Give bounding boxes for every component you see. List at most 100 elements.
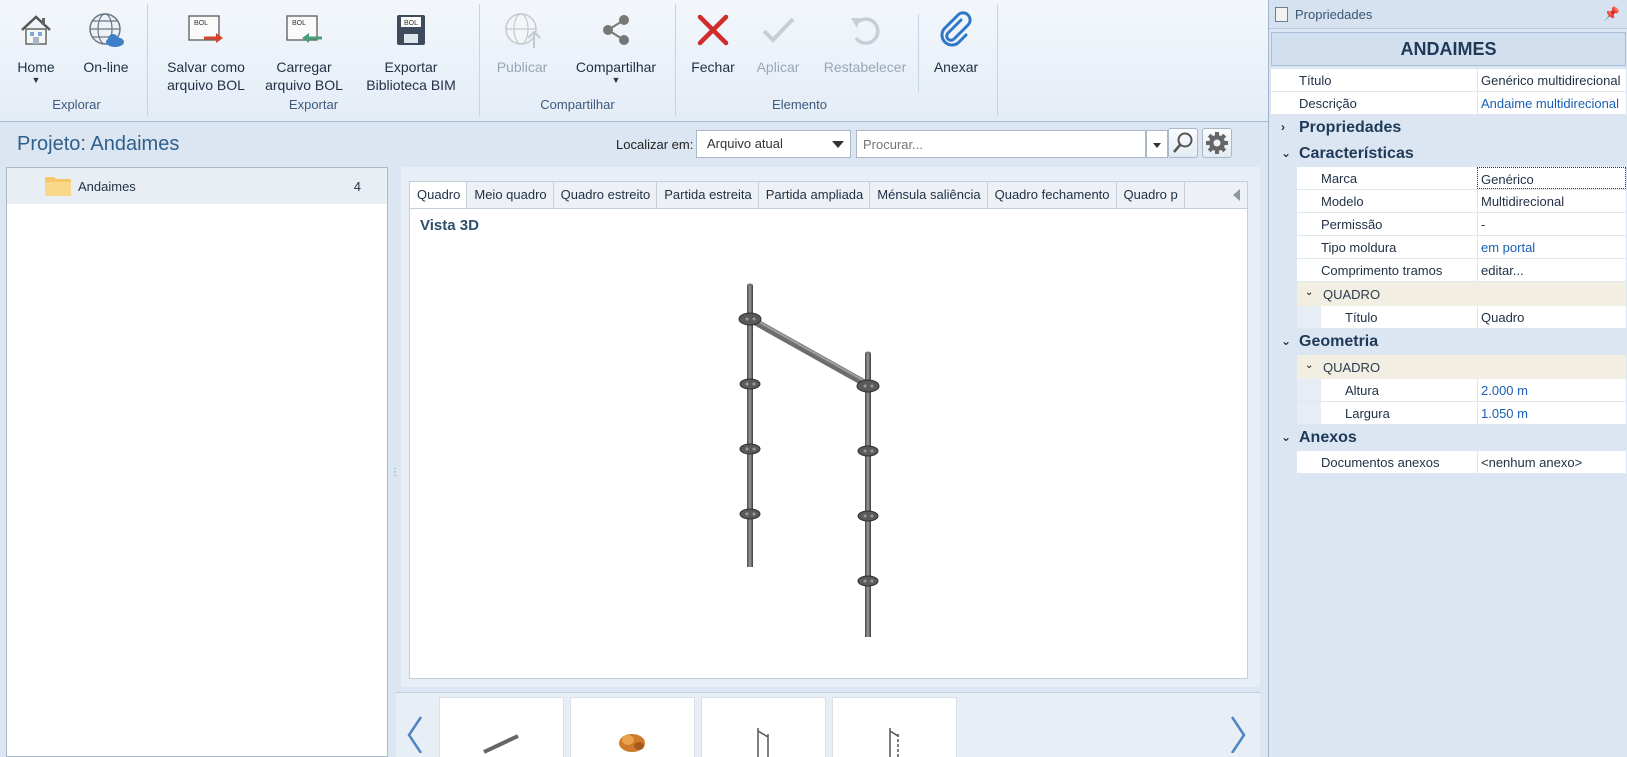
tab-meio-quadro[interactable]: Meio quadro [467, 182, 554, 208]
search-input[interactable] [856, 130, 1146, 158]
apply-button[interactable]: Aplicar [752, 10, 804, 76]
tab-scroll-left-icon[interactable] [1233, 189, 1240, 201]
pin-icon[interactable]: 📌 [1604, 6, 1620, 22]
paperclip-icon [940, 11, 972, 47]
subsection-quadro[interactable]: ⌄ QUADRO [1271, 282, 1626, 306]
tab-quadro-fechamento[interactable]: Quadro fechamento [988, 182, 1117, 208]
group-label-exportar: Exportar [288, 97, 339, 112]
home-button[interactable]: Home ▼ [14, 10, 58, 85]
prop-value[interactable]: 2.000 m [1477, 379, 1626, 401]
ribbon: Home ▼ On-line Explorar BOL Salvar como [0, 0, 1268, 122]
panel-splitter[interactable]: ⋮ [390, 468, 400, 490]
prop-value[interactable]: - [1477, 213, 1626, 235]
properties-banner: ANDAIMES [1271, 32, 1626, 66]
ribbon-group-elemento: Fechar Aplicar Restabelecer Anexar Eleme… [676, 4, 998, 116]
ledger-bar [750, 316, 870, 389]
prop-value[interactable]: 1.050 m [1477, 402, 1626, 424]
publish-globe-icon [505, 13, 541, 48]
prop-row-largura[interactable]: Largura 1.050 m [1271, 402, 1626, 425]
prop-key: Tipo moldura [1321, 240, 1397, 255]
prop-row-descricao[interactable]: Descrição Andaime multidirecional [1271, 92, 1626, 115]
subsection-geometria-quadro[interactable]: ⌄ QUADRO [1271, 355, 1626, 379]
chevron-down-icon: ⌄ [1305, 287, 1314, 298]
tab-quadro-estreito[interactable]: Quadro estreito [554, 182, 658, 208]
save-bol-button[interactable]: BOL Salvar como arquivo BOL [160, 10, 252, 94]
search-button[interactable] [1168, 128, 1198, 158]
search-history-dropdown[interactable] [1146, 130, 1168, 158]
prop-key: Largura [1345, 406, 1390, 421]
chevron-right-icon[interactable] [1224, 703, 1254, 753]
prop-row-quadro-titulo[interactable]: Título Quadro [1271, 306, 1626, 329]
thumbnail-item[interactable] [832, 697, 957, 757]
section-anexos[interactable]: ⌄ Anexos [1271, 425, 1626, 451]
prop-key: Documentos anexos [1321, 455, 1440, 470]
bol-load-icon: BOL [286, 15, 322, 43]
thumbnail-item[interactable] [701, 697, 826, 757]
ribbon-group-exportar: BOL Salvar como arquivo BOL BOL Carregar… [148, 4, 480, 116]
prop-value[interactable]: Multidirecional [1477, 190, 1626, 212]
prop-value[interactable]: Andaime multidirecional [1477, 92, 1626, 114]
project-tree-panel: Andaimes 4 [6, 167, 388, 757]
prop-key: Modelo [1321, 194, 1364, 209]
chevron-down-icon [1153, 143, 1161, 148]
load-bol-button[interactable]: BOL Carregar arquivo BOL [260, 10, 348, 94]
thumbnail-strip [396, 692, 1260, 757]
tab-quadro-p[interactable]: Quadro p [1117, 182, 1185, 208]
chevron-left-icon[interactable] [399, 703, 429, 753]
tree-item-andaimes[interactable]: Andaimes 4 [7, 168, 387, 204]
attach-button[interactable]: Anexar [926, 10, 986, 76]
prop-row-marca[interactable]: Marca Genérico [1271, 167, 1626, 190]
online-button[interactable]: On-line [78, 10, 134, 76]
prop-row-comprimento-tramos[interactable]: Comprimento tramos editar... [1271, 259, 1626, 282]
settings-button[interactable] [1202, 128, 1232, 158]
coupler-thumb-icon [619, 734, 645, 752]
thumbnail-item[interactable] [570, 697, 695, 757]
prop-key: Marca [1321, 171, 1358, 186]
section-propriedades[interactable]: › Propriedades [1271, 115, 1626, 141]
tab-mensula-saliencia[interactable]: Ménsula saliência [870, 182, 988, 208]
section-caracteristicas[interactable]: ⌄ Características [1271, 141, 1626, 167]
chevron-down-icon: ▼ [611, 75, 621, 85]
tab-partida-ampliada[interactable]: Partida ampliada [759, 182, 871, 208]
prop-value[interactable]: editar... [1477, 259, 1626, 281]
check-icon [762, 17, 795, 43]
close-button[interactable]: Fechar [690, 10, 736, 76]
prop-key: Comprimento tramos [1321, 263, 1443, 278]
prop-row-titulo[interactable]: Título Genérico multidirecional [1271, 69, 1626, 92]
locate-select[interactable]: Arquivo atual [696, 130, 851, 158]
share-button[interactable]: Compartilhar ▼ [568, 10, 664, 85]
prop-key: Título [1299, 73, 1332, 88]
chevron-down-icon [832, 141, 844, 148]
prop-row-permissao[interactable]: Permissão - [1271, 213, 1626, 236]
prop-value[interactable]: Quadro [1477, 306, 1626, 328]
prop-value[interactable]: Genérico [1477, 167, 1626, 189]
group-label-elemento: Elemento [772, 97, 827, 112]
view-tabs: Quadro Meio quadro Quadro estreito Partida … [409, 181, 1248, 208]
main-view-panel: Quadro Meio quadro Quadro estreito Partida … [401, 167, 1260, 687]
prop-row-modelo[interactable]: Modelo Multidirecional [1271, 190, 1626, 213]
tab-quadro[interactable]: Quadro [410, 182, 468, 208]
reset-button[interactable]: Restabelecer [820, 10, 910, 76]
thumbnail-item[interactable] [439, 697, 564, 757]
prop-row-altura[interactable]: Altura 2.000 m [1271, 379, 1626, 402]
house-icon [21, 15, 51, 45]
undo-icon [851, 17, 880, 45]
properties-icon [1275, 7, 1288, 22]
properties-title: Propriedades [1295, 7, 1373, 22]
tab-partida-estreita[interactable]: Partida estreita [657, 182, 759, 208]
prop-value[interactable]: <nenhum anexo> [1477, 451, 1626, 473]
publish-button[interactable]: Publicar [492, 10, 552, 76]
prop-row-tipo-moldura[interactable]: Tipo moldura em portal [1271, 236, 1626, 259]
chevron-down-icon: ⌄ [1281, 146, 1292, 160]
prop-value[interactable]: Genérico multidirecional [1477, 69, 1626, 91]
svg-text:BOL: BOL [292, 20, 306, 27]
prop-value[interactable]: em portal [1477, 236, 1626, 258]
section-geometria[interactable]: ⌄ Geometria [1271, 329, 1626, 355]
prop-key: Título [1345, 310, 1378, 325]
properties-panel: Propriedades 📌 ANDAIMES Título Genérico … [1268, 0, 1627, 757]
close-x-icon [697, 14, 729, 46]
export-bim-button[interactable]: BOL Exportar Biblioteca BIM [360, 10, 462, 94]
3d-viewport[interactable]: Vista 3D [409, 208, 1248, 679]
prop-row-documentos-anexos[interactable]: Documentos anexos <nenhum anexo> [1271, 451, 1626, 474]
group-label-compartilhar: Compartilhar [540, 97, 615, 112]
